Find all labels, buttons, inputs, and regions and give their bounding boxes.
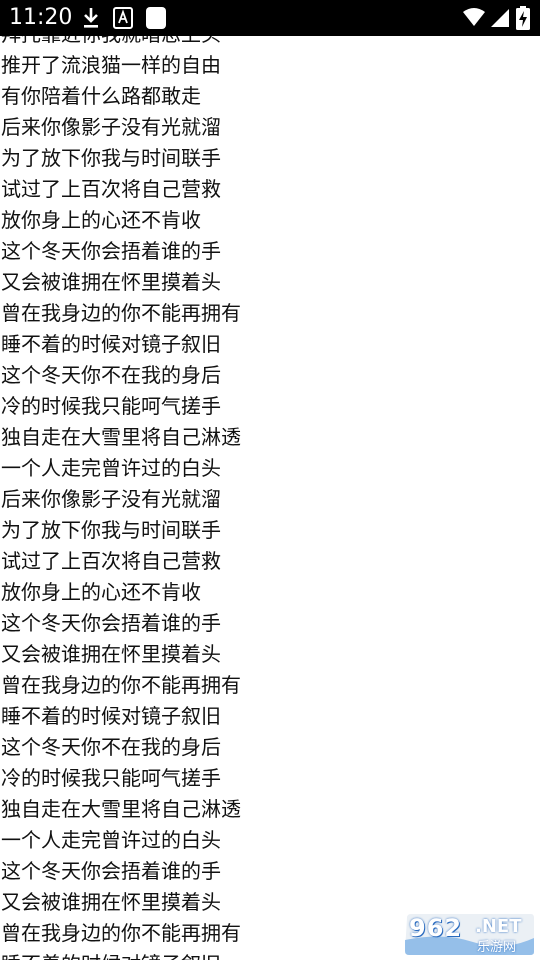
lyric-line: 这个冬天你不在我的身后 bbox=[1, 363, 221, 387]
lyric-line: 试过了上百次将自己营救 bbox=[1, 549, 221, 573]
lyric-line: 又会被谁拥在怀里摸着头 bbox=[1, 890, 221, 914]
status-bar: 11:20 bbox=[0, 0, 540, 36]
lyric-line: 这个冬天你会捂着谁的手 bbox=[1, 859, 221, 883]
lyric-line: 后来你像影子没有光就溜 bbox=[1, 487, 221, 511]
lyric-line: 又会被谁拥在怀里摸着头 bbox=[1, 270, 221, 294]
lyric-line: 这个冬天你会捂着谁的手 bbox=[1, 611, 221, 635]
lyric-line: 这个冬天你会捂着谁的手 bbox=[1, 239, 221, 263]
download-icon bbox=[84, 8, 98, 28]
watermark-suffix: .NET bbox=[475, 916, 522, 937]
wifi-icon bbox=[463, 8, 485, 26]
lyric-line: 曾在我身边的你不能再拥有 bbox=[1, 301, 241, 325]
lyric-line: 又会被谁拥在怀里摸着头 bbox=[1, 642, 221, 666]
lyric-line: 独自走在大雪里将自己淋透 bbox=[1, 797, 241, 821]
lyrics-list: 拜托靠近你我就暗恋上头推开了流浪猫一样的自由有你陪着什么路都敢走后来你像影子没有… bbox=[1, 19, 241, 960]
lyric-line: 曾在我身边的你不能再拥有 bbox=[1, 921, 241, 945]
blank-app-icon bbox=[146, 7, 166, 29]
lyric-line: 推开了流浪猫一样的自由 bbox=[1, 53, 221, 77]
lyric-line: 后来你像影子没有光就溜 bbox=[1, 115, 221, 139]
lyric-line: 这个冬天你不在我的身后 bbox=[1, 735, 221, 759]
lyric-line: 独自走在大雪里将自己淋透 bbox=[1, 425, 241, 449]
lyric-line: 睡不着的时候对镜子叙旧 bbox=[1, 949, 241, 960]
lyric-line: 睡不着的时候对镜子叙旧 bbox=[1, 332, 221, 356]
text-a-icon bbox=[113, 7, 133, 29]
lyric-line: 睡不着的时候对镜子叙旧 bbox=[1, 704, 221, 728]
lyric-line: 冷的时候我只能呵气搓手 bbox=[1, 394, 221, 418]
signal-icon bbox=[491, 9, 509, 27]
watermark-name: 乐游网 bbox=[477, 940, 517, 955]
status-time: 11:20 bbox=[9, 5, 73, 30]
lyric-line: 为了放下你我与时间联手 bbox=[1, 518, 221, 542]
lyric-line: 放你身上的心还不肯收 bbox=[1, 208, 201, 232]
lyric-line: 放你身上的心还不肯收 bbox=[1, 580, 201, 604]
lyric-line: 有你陪着什么路都敢走 bbox=[1, 84, 201, 108]
battery-charging-icon bbox=[516, 6, 530, 30]
lyrics-view[interactable]: 拜托靠近你我就暗恋上头推开了流浪猫一样的自由有你陪着什么路都敢走后来你像影子没有… bbox=[0, 0, 540, 960]
lyric-line: 冷的时候我只能呵气搓手 bbox=[1, 766, 221, 790]
lyric-line: 为了放下你我与时间联手 bbox=[1, 146, 221, 170]
lyric-line: 曾在我身边的你不能再拥有 bbox=[1, 673, 241, 697]
watermark-number: 962 bbox=[409, 914, 463, 942]
lyric-line: 一个人走完曾许过的白头 bbox=[1, 828, 221, 852]
lyric-line: 一个人走完曾许过的白头 bbox=[1, 456, 221, 480]
watermark-logo: 962 .NET 乐游网 bbox=[403, 912, 535, 956]
lyric-line: 试过了上百次将自己营救 bbox=[1, 177, 221, 201]
